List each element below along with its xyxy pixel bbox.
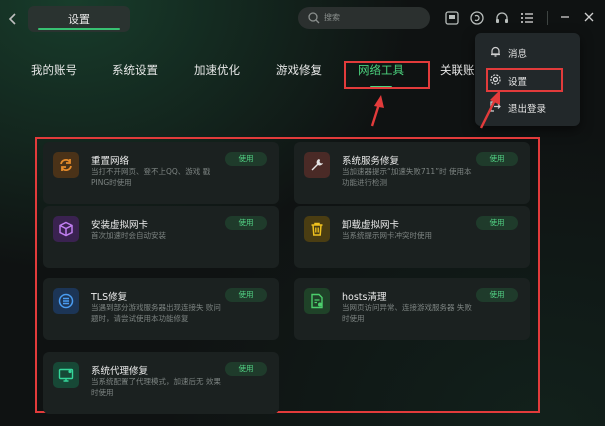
tab-label: 加速优化: [194, 63, 240, 77]
use-button[interactable]: 使用: [476, 152, 518, 166]
menu-item-label: 消息: [508, 49, 528, 60]
use-button[interactable]: 使用: [476, 216, 518, 230]
wrench-icon: [304, 152, 330, 178]
tool-description: 当打不开网页、登不上QQ、游戏 戳PING时使用: [91, 167, 211, 187]
settings-title-tab[interactable]: 设置: [28, 6, 130, 32]
tab-label: 我的账号: [31, 63, 77, 77]
tool-name: hosts清理: [342, 292, 387, 303]
tool-card-system-proxy-repair: 系统代理修复 当系统配置了代理模式，加速后无 效果时使用 使用: [43, 352, 279, 414]
tab-system-settings[interactable]: 系统设置: [112, 62, 158, 92]
use-button[interactable]: 使用: [225, 152, 267, 166]
tool-card-hosts-cleanup: hosts清理 当网页访问异常、连接游戏服务器 失败时使用 使用: [294, 278, 530, 340]
tool-name: 安装虚拟网卡: [91, 220, 149, 231]
title-divider: [547, 11, 548, 25]
use-button[interactable]: 使用: [225, 288, 267, 302]
tool-card-reset-network: 重置网络 当打不开网页、登不上QQ、游戏 戳PING时使用 使用: [43, 142, 279, 204]
skin-card-icon[interactable]: [444, 10, 460, 26]
tool-description: 首次加速时会自动安装: [91, 231, 166, 240]
cube-icon: [53, 216, 79, 242]
tool-description: 当加速器提示“加速失败711”时 使用本功能进行检测: [342, 167, 472, 187]
back-arrow-icon[interactable]: [6, 10, 20, 28]
refresh-circle-icon[interactable]: [469, 10, 485, 26]
headset-icon[interactable]: [494, 10, 510, 26]
tab-label: 系统设置: [112, 63, 158, 77]
close-icon[interactable]: [582, 9, 596, 25]
tool-name: 系统代理修复: [91, 366, 149, 377]
tool-name: 重置网络: [91, 156, 130, 167]
tool-card-system-service-repair: 系统服务修复 当加速器提示“加速失败711”时 使用本功能进行检测 使用: [294, 142, 530, 204]
tab-my-account[interactable]: 我的账号: [31, 62, 77, 92]
tool-name: 卸载虚拟网卡: [342, 220, 400, 231]
minimize-icon[interactable]: [558, 9, 572, 25]
annotation-arrow-icon: [370, 95, 384, 127]
use-button[interactable]: 使用: [225, 362, 267, 376]
tool-description: 当网页访问异常、连接游戏服务器 失败时使用: [342, 303, 472, 323]
tool-description: 当遇到部分游戏服务器出现连接失 败问题时，请尝试使用本功能修复: [91, 303, 221, 323]
tool-description: 当系统提示网卡冲突时使用: [342, 231, 432, 240]
menu-item-label: 退出登录: [508, 104, 547, 115]
network-tools-highlight: [344, 61, 430, 89]
search-icon: [308, 12, 320, 24]
use-button[interactable]: 使用: [225, 216, 267, 230]
tool-description: 当系统配置了代理模式，加速后无 效果时使用: [91, 377, 221, 397]
tls-icon: [53, 288, 79, 314]
tab-acceleration[interactable]: 加速优化: [194, 62, 240, 92]
tool-name: 系统服务修复: [342, 156, 400, 167]
menu-list-icon[interactable]: [519, 10, 535, 26]
page-title: 设置: [68, 13, 90, 26]
tab-game-repair[interactable]: 游戏修复: [276, 62, 322, 92]
tool-card-install-virtual-nic: 安装虚拟网卡 首次加速时会自动安装 使用: [43, 206, 279, 268]
hosts-file-icon: [304, 288, 330, 314]
annotation-arrow-icon: [479, 90, 500, 129]
tool-card-tls-repair: TLS修复 当遇到部分游戏服务器出现连接失 败问题时，请尝试使用本功能修复 使用: [43, 278, 279, 340]
tool-name: TLS修复: [91, 292, 128, 303]
menu-item-messages[interactable]: 消息: [475, 41, 580, 63]
tool-card-uninstall-virtual-nic: 卸载虚拟网卡 当系统提示网卡冲突时使用 使用: [294, 206, 530, 268]
tab-label: 游戏修复: [276, 63, 322, 77]
title-underline: [38, 28, 120, 30]
trash-icon: [304, 216, 330, 242]
search-placeholder: 搜索: [324, 13, 340, 22]
search-input[interactable]: 搜索: [298, 7, 430, 29]
bell-icon: [491, 46, 500, 57]
proxy-monitor-icon: [53, 362, 79, 388]
reset-network-icon: [53, 152, 79, 178]
use-button[interactable]: 使用: [476, 288, 518, 302]
